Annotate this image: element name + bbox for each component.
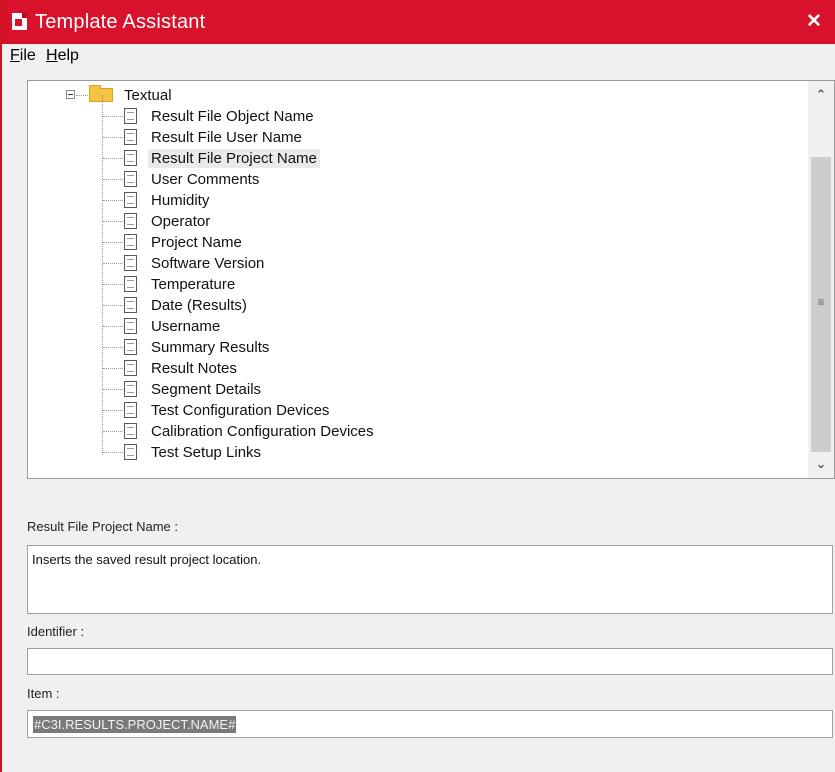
tree-vertical-connector xyxy=(102,95,103,455)
tree-item-label: Temperature xyxy=(151,276,236,293)
item-label: Item : xyxy=(27,686,60,701)
tree-connector xyxy=(103,347,123,348)
scroll-grip-icon: ≡ xyxy=(817,295,825,309)
tree-scrollbar[interactable]: ⌃ ≡ ⌄ xyxy=(808,81,834,478)
tree-item-label: Segment Details xyxy=(151,381,262,398)
tree-connector xyxy=(103,431,123,432)
tree-item-label: Date (Results) xyxy=(151,297,247,314)
menu-file-mnemonic: F xyxy=(10,47,20,64)
tree-connector xyxy=(103,389,123,390)
tree-connector xyxy=(103,305,123,306)
close-button[interactable]: ✕ xyxy=(794,8,834,36)
window-title: Template Assistant xyxy=(35,11,206,33)
document-icon xyxy=(124,255,137,271)
template-assistant-window: Template Assistant ✕ File Help Textual R… xyxy=(0,0,835,772)
document-icon xyxy=(124,129,137,145)
tree-item-label: Result File Object Name xyxy=(151,108,314,125)
description-label: Result File Project Name : xyxy=(27,519,178,534)
tree-item-label: Result File Project Name xyxy=(148,149,320,168)
tree-connector xyxy=(103,221,123,222)
menu-help[interactable]: Help xyxy=(46,47,79,65)
title-bar: Template Assistant ✕ xyxy=(2,0,835,44)
app-icon xyxy=(12,13,27,30)
item-field[interactable]: #C3I.RESULTS.PROJECT.NAME# xyxy=(27,710,833,738)
tree-item-label: Test Setup Links xyxy=(151,444,262,461)
tree-connector xyxy=(103,158,123,159)
document-icon xyxy=(124,318,137,334)
menu-bar: File Help xyxy=(2,44,835,70)
tree-item-label: Result Notes xyxy=(151,360,237,377)
tree-item-label: Humidity xyxy=(151,192,210,209)
tree-item-label: Summary Results xyxy=(151,339,270,356)
document-icon xyxy=(124,402,137,418)
scroll-down-icon[interactable]: ⌄ xyxy=(808,450,834,478)
tree-item-label: Calibration Configuration Devices xyxy=(151,423,374,440)
tree-item-label: Software Version xyxy=(151,255,265,272)
document-icon xyxy=(124,297,137,313)
tree-connector xyxy=(103,263,123,264)
document-icon xyxy=(124,171,137,187)
menu-file-label-rest: ile xyxy=(19,47,36,64)
collapse-toggle-icon[interactable] xyxy=(66,90,75,99)
tree-item-label: Operator xyxy=(151,213,211,230)
document-icon xyxy=(124,192,137,208)
menu-help-label-rest: elp xyxy=(57,47,79,64)
tree-connector xyxy=(103,242,123,243)
menu-help-mnemonic: H xyxy=(46,47,58,64)
document-icon xyxy=(124,234,137,250)
document-icon xyxy=(124,444,137,460)
document-icon xyxy=(124,276,137,292)
tree-connector xyxy=(103,326,123,327)
identifier-label: Identifier : xyxy=(27,624,85,639)
tree-item-label: Username xyxy=(151,318,221,335)
folder-icon xyxy=(89,85,113,102)
item-value: #C3I.RESULTS.PROJECT.NAME# xyxy=(33,716,237,733)
document-icon xyxy=(124,108,137,124)
tree-node-label: Textual xyxy=(124,87,172,104)
tree-connector xyxy=(103,284,123,285)
template-tree[interactable]: Textual Result File Object Name Result Fi… xyxy=(27,80,835,479)
description-box[interactable]: Inserts the saved result project locatio… xyxy=(27,545,833,614)
tree-connector xyxy=(103,200,123,201)
scroll-thumb[interactable]: ≡ xyxy=(811,157,831,452)
tree-connector xyxy=(76,95,88,96)
tree-connector xyxy=(103,452,123,453)
document-icon xyxy=(124,360,137,376)
identifier-field[interactable] xyxy=(27,648,833,675)
tree-item-label: Test Configuration Devices xyxy=(151,402,330,419)
document-icon xyxy=(124,381,137,397)
tree-connector xyxy=(103,179,123,180)
document-icon xyxy=(124,339,137,355)
document-icon xyxy=(124,150,137,166)
description-text: Inserts the saved result project locatio… xyxy=(32,552,262,567)
tree-connector xyxy=(103,137,123,138)
tree-connector xyxy=(103,116,123,117)
tree-item-label: Result File User Name xyxy=(151,129,302,146)
tree-connector xyxy=(103,410,123,411)
document-icon xyxy=(124,423,137,439)
scroll-up-icon[interactable]: ⌃ xyxy=(808,81,834,109)
document-icon xyxy=(124,213,137,229)
tree-item-label: Project Name xyxy=(151,234,242,251)
tree-connector xyxy=(103,368,123,369)
menu-file[interactable]: File xyxy=(10,47,36,65)
tree-item-label: User Comments xyxy=(151,171,260,188)
